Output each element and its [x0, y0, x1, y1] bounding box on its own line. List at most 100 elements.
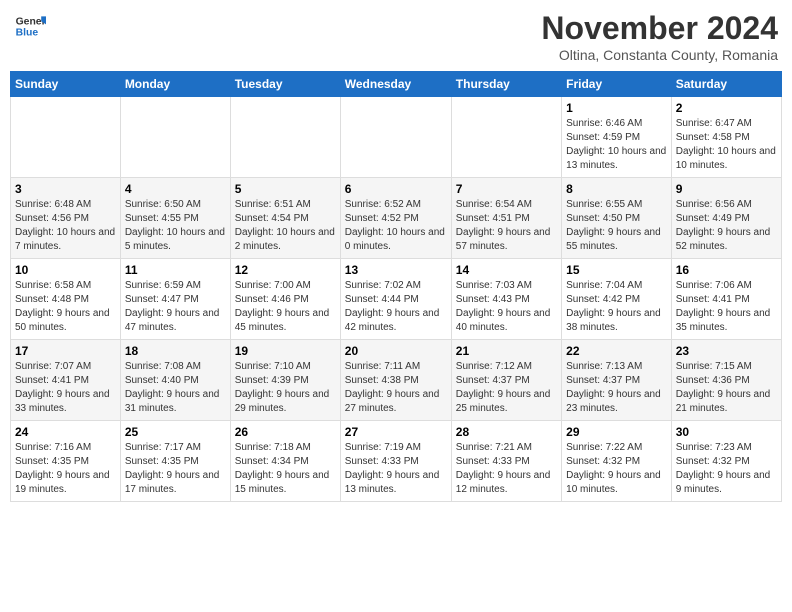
- day-info: Sunrise: 7:13 AM Sunset: 4:37 PM Dayligh…: [566, 360, 667, 416]
- day-number: 26: [235, 425, 336, 439]
- table-cell: 12 Sunrise: 7:00 AM Sunset: 4:46 PM Dayl…: [230, 259, 340, 340]
- table-cell: 8 Sunrise: 6:55 AM Sunset: 4:50 PM Dayli…: [562, 178, 672, 259]
- table-cell: [230, 97, 340, 178]
- day-info: Sunrise: 6:46 AM Sunset: 4:59 PM Dayligh…: [566, 117, 667, 173]
- header-wednesday: Wednesday: [340, 72, 451, 97]
- title-block: November 2024 Oltina, Constanta County, …: [541, 10, 778, 63]
- day-info: Sunrise: 6:51 AM Sunset: 4:54 PM Dayligh…: [235, 198, 336, 254]
- table-cell: 11 Sunrise: 6:59 AM Sunset: 4:47 PM Dayl…: [120, 259, 230, 340]
- month-title: November 2024: [541, 10, 778, 47]
- day-info: Sunrise: 7:04 AM Sunset: 4:42 PM Dayligh…: [566, 279, 667, 335]
- day-number: 21: [456, 344, 557, 358]
- day-number: 14: [456, 263, 557, 277]
- day-info: Sunrise: 7:07 AM Sunset: 4:41 PM Dayligh…: [15, 360, 116, 416]
- table-cell: 6 Sunrise: 6:52 AM Sunset: 4:52 PM Dayli…: [340, 178, 451, 259]
- day-number: 30: [676, 425, 777, 439]
- day-info: Sunrise: 6:55 AM Sunset: 4:50 PM Dayligh…: [566, 198, 667, 254]
- week-row-5: 24 Sunrise: 7:16 AM Sunset: 4:35 PM Dayl…: [11, 421, 782, 502]
- table-cell: 1 Sunrise: 6:46 AM Sunset: 4:59 PM Dayli…: [562, 97, 672, 178]
- day-number: 6: [345, 182, 447, 196]
- day-info: Sunrise: 6:54 AM Sunset: 4:51 PM Dayligh…: [456, 198, 557, 254]
- day-number: 1: [566, 101, 667, 115]
- day-info: Sunrise: 7:17 AM Sunset: 4:35 PM Dayligh…: [125, 441, 226, 497]
- table-cell: 5 Sunrise: 6:51 AM Sunset: 4:54 PM Dayli…: [230, 178, 340, 259]
- table-cell: 3 Sunrise: 6:48 AM Sunset: 4:56 PM Dayli…: [11, 178, 121, 259]
- day-number: 15: [566, 263, 667, 277]
- header-friday: Friday: [562, 72, 672, 97]
- day-info: Sunrise: 7:23 AM Sunset: 4:32 PM Dayligh…: [676, 441, 777, 497]
- logo: General Blue: [14, 10, 46, 42]
- day-info: Sunrise: 6:48 AM Sunset: 4:56 PM Dayligh…: [15, 198, 116, 254]
- day-number: 24: [15, 425, 116, 439]
- day-number: 5: [235, 182, 336, 196]
- week-row-2: 3 Sunrise: 6:48 AM Sunset: 4:56 PM Dayli…: [11, 178, 782, 259]
- table-cell: 14 Sunrise: 7:03 AM Sunset: 4:43 PM Dayl…: [451, 259, 561, 340]
- day-number: 18: [125, 344, 226, 358]
- day-info: Sunrise: 7:08 AM Sunset: 4:40 PM Dayligh…: [125, 360, 226, 416]
- table-cell: 22 Sunrise: 7:13 AM Sunset: 4:37 PM Dayl…: [562, 340, 672, 421]
- header-thursday: Thursday: [451, 72, 561, 97]
- day-number: 10: [15, 263, 116, 277]
- location: Oltina, Constanta County, Romania: [541, 47, 778, 63]
- table-cell: 23 Sunrise: 7:15 AM Sunset: 4:36 PM Dayl…: [671, 340, 781, 421]
- table-cell: 29 Sunrise: 7:22 AM Sunset: 4:32 PM Dayl…: [562, 421, 672, 502]
- table-cell: 26 Sunrise: 7:18 AM Sunset: 4:34 PM Dayl…: [230, 421, 340, 502]
- day-number: 25: [125, 425, 226, 439]
- header-sunday: Sunday: [11, 72, 121, 97]
- table-cell: 25 Sunrise: 7:17 AM Sunset: 4:35 PM Dayl…: [120, 421, 230, 502]
- table-cell: 9 Sunrise: 6:56 AM Sunset: 4:49 PM Dayli…: [671, 178, 781, 259]
- logo-icon: General Blue: [14, 10, 46, 42]
- table-cell: [11, 97, 121, 178]
- table-cell: 2 Sunrise: 6:47 AM Sunset: 4:58 PM Dayli…: [671, 97, 781, 178]
- day-number: 2: [676, 101, 777, 115]
- table-cell: 13 Sunrise: 7:02 AM Sunset: 4:44 PM Dayl…: [340, 259, 451, 340]
- week-row-1: 1 Sunrise: 6:46 AM Sunset: 4:59 PM Dayli…: [11, 97, 782, 178]
- day-info: Sunrise: 6:58 AM Sunset: 4:48 PM Dayligh…: [15, 279, 116, 335]
- day-info: Sunrise: 7:21 AM Sunset: 4:33 PM Dayligh…: [456, 441, 557, 497]
- table-cell: 18 Sunrise: 7:08 AM Sunset: 4:40 PM Dayl…: [120, 340, 230, 421]
- header-monday: Monday: [120, 72, 230, 97]
- day-info: Sunrise: 7:18 AM Sunset: 4:34 PM Dayligh…: [235, 441, 336, 497]
- day-info: Sunrise: 7:11 AM Sunset: 4:38 PM Dayligh…: [345, 360, 447, 416]
- day-info: Sunrise: 7:06 AM Sunset: 4:41 PM Dayligh…: [676, 279, 777, 335]
- day-info: Sunrise: 7:22 AM Sunset: 4:32 PM Dayligh…: [566, 441, 667, 497]
- day-info: Sunrise: 7:16 AM Sunset: 4:35 PM Dayligh…: [15, 441, 116, 497]
- page-header: General Blue November 2024 Oltina, Const…: [10, 10, 782, 63]
- day-number: 16: [676, 263, 777, 277]
- day-info: Sunrise: 6:52 AM Sunset: 4:52 PM Dayligh…: [345, 198, 447, 254]
- table-cell: 27 Sunrise: 7:19 AM Sunset: 4:33 PM Dayl…: [340, 421, 451, 502]
- day-number: 20: [345, 344, 447, 358]
- table-cell: 30 Sunrise: 7:23 AM Sunset: 4:32 PM Dayl…: [671, 421, 781, 502]
- day-number: 27: [345, 425, 447, 439]
- day-number: 7: [456, 182, 557, 196]
- table-cell: 16 Sunrise: 7:06 AM Sunset: 4:41 PM Dayl…: [671, 259, 781, 340]
- day-info: Sunrise: 7:19 AM Sunset: 4:33 PM Dayligh…: [345, 441, 447, 497]
- table-cell: 20 Sunrise: 7:11 AM Sunset: 4:38 PM Dayl…: [340, 340, 451, 421]
- day-info: Sunrise: 7:10 AM Sunset: 4:39 PM Dayligh…: [235, 360, 336, 416]
- day-number: 11: [125, 263, 226, 277]
- day-number: 22: [566, 344, 667, 358]
- table-cell: 19 Sunrise: 7:10 AM Sunset: 4:39 PM Dayl…: [230, 340, 340, 421]
- day-number: 4: [125, 182, 226, 196]
- day-number: 12: [235, 263, 336, 277]
- day-number: 8: [566, 182, 667, 196]
- day-number: 9: [676, 182, 777, 196]
- day-number: 17: [15, 344, 116, 358]
- day-info: Sunrise: 7:03 AM Sunset: 4:43 PM Dayligh…: [456, 279, 557, 335]
- table-cell: 4 Sunrise: 6:50 AM Sunset: 4:55 PM Dayli…: [120, 178, 230, 259]
- table-cell: [120, 97, 230, 178]
- header-saturday: Saturday: [671, 72, 781, 97]
- table-cell: 17 Sunrise: 7:07 AM Sunset: 4:41 PM Dayl…: [11, 340, 121, 421]
- table-cell: 24 Sunrise: 7:16 AM Sunset: 4:35 PM Dayl…: [11, 421, 121, 502]
- day-number: 19: [235, 344, 336, 358]
- table-cell: 15 Sunrise: 7:04 AM Sunset: 4:42 PM Dayl…: [562, 259, 672, 340]
- table-cell: 10 Sunrise: 6:58 AM Sunset: 4:48 PM Dayl…: [11, 259, 121, 340]
- day-number: 13: [345, 263, 447, 277]
- day-info: Sunrise: 7:00 AM Sunset: 4:46 PM Dayligh…: [235, 279, 336, 335]
- week-row-4: 17 Sunrise: 7:07 AM Sunset: 4:41 PM Dayl…: [11, 340, 782, 421]
- day-info: Sunrise: 6:47 AM Sunset: 4:58 PM Dayligh…: [676, 117, 777, 173]
- day-info: Sunrise: 6:50 AM Sunset: 4:55 PM Dayligh…: [125, 198, 226, 254]
- table-cell: 28 Sunrise: 7:21 AM Sunset: 4:33 PM Dayl…: [451, 421, 561, 502]
- day-number: 28: [456, 425, 557, 439]
- table-cell: [451, 97, 561, 178]
